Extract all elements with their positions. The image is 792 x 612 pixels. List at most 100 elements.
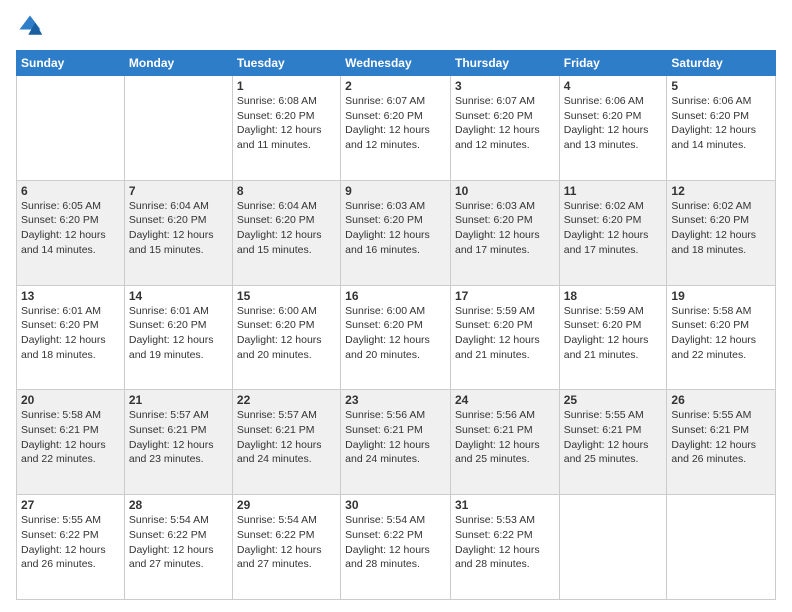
day-info: Sunrise: 5:59 AM Sunset: 6:20 PM Dayligh… bbox=[564, 304, 663, 363]
day-info: Sunrise: 6:07 AM Sunset: 6:20 PM Dayligh… bbox=[345, 94, 446, 153]
header bbox=[16, 12, 776, 40]
day-info: Sunrise: 6:05 AM Sunset: 6:20 PM Dayligh… bbox=[21, 199, 120, 258]
day-number: 17 bbox=[455, 289, 555, 303]
day-number: 9 bbox=[345, 184, 446, 198]
calendar-day-cell: 30Sunrise: 5:54 AM Sunset: 6:22 PM Dayli… bbox=[341, 495, 451, 600]
day-info: Sunrise: 5:54 AM Sunset: 6:22 PM Dayligh… bbox=[345, 513, 446, 572]
logo bbox=[16, 12, 48, 40]
day-of-week-header: Friday bbox=[559, 51, 667, 76]
calendar-day-cell: 28Sunrise: 5:54 AM Sunset: 6:22 PM Dayli… bbox=[124, 495, 232, 600]
calendar-day-cell bbox=[17, 76, 125, 181]
day-of-week-header: Tuesday bbox=[232, 51, 340, 76]
day-number: 6 bbox=[21, 184, 120, 198]
day-number: 16 bbox=[345, 289, 446, 303]
day-number: 3 bbox=[455, 79, 555, 93]
day-info: Sunrise: 5:56 AM Sunset: 6:21 PM Dayligh… bbox=[345, 408, 446, 467]
calendar-day-cell: 19Sunrise: 5:58 AM Sunset: 6:20 PM Dayli… bbox=[667, 285, 776, 390]
calendar-day-cell: 17Sunrise: 5:59 AM Sunset: 6:20 PM Dayli… bbox=[450, 285, 559, 390]
day-number: 31 bbox=[455, 498, 555, 512]
day-number: 12 bbox=[671, 184, 771, 198]
calendar-day-cell: 29Sunrise: 5:54 AM Sunset: 6:22 PM Dayli… bbox=[232, 495, 340, 600]
calendar-day-cell: 16Sunrise: 6:00 AM Sunset: 6:20 PM Dayli… bbox=[341, 285, 451, 390]
day-number: 13 bbox=[21, 289, 120, 303]
day-number: 26 bbox=[671, 393, 771, 407]
day-number: 23 bbox=[345, 393, 446, 407]
calendar-day-cell: 23Sunrise: 5:56 AM Sunset: 6:21 PM Dayli… bbox=[341, 390, 451, 495]
day-info: Sunrise: 6:06 AM Sunset: 6:20 PM Dayligh… bbox=[671, 94, 771, 153]
day-info: Sunrise: 6:04 AM Sunset: 6:20 PM Dayligh… bbox=[237, 199, 336, 258]
day-info: Sunrise: 5:58 AM Sunset: 6:20 PM Dayligh… bbox=[671, 304, 771, 363]
calendar-day-cell: 20Sunrise: 5:58 AM Sunset: 6:21 PM Dayli… bbox=[17, 390, 125, 495]
day-number: 5 bbox=[671, 79, 771, 93]
day-info: Sunrise: 5:57 AM Sunset: 6:21 PM Dayligh… bbox=[237, 408, 336, 467]
day-info: Sunrise: 6:01 AM Sunset: 6:20 PM Dayligh… bbox=[21, 304, 120, 363]
calendar-day-cell: 13Sunrise: 6:01 AM Sunset: 6:20 PM Dayli… bbox=[17, 285, 125, 390]
calendar-day-cell: 4Sunrise: 6:06 AM Sunset: 6:20 PM Daylig… bbox=[559, 76, 667, 181]
day-number: 27 bbox=[21, 498, 120, 512]
page: SundayMondayTuesdayWednesdayThursdayFrid… bbox=[0, 0, 792, 612]
calendar-day-cell bbox=[124, 76, 232, 181]
calendar-day-cell: 25Sunrise: 5:55 AM Sunset: 6:21 PM Dayli… bbox=[559, 390, 667, 495]
day-number: 30 bbox=[345, 498, 446, 512]
calendar-day-cell: 6Sunrise: 6:05 AM Sunset: 6:20 PM Daylig… bbox=[17, 180, 125, 285]
day-info: Sunrise: 5:55 AM Sunset: 6:21 PM Dayligh… bbox=[564, 408, 663, 467]
calendar-day-cell: 26Sunrise: 5:55 AM Sunset: 6:21 PM Dayli… bbox=[667, 390, 776, 495]
day-info: Sunrise: 5:54 AM Sunset: 6:22 PM Dayligh… bbox=[237, 513, 336, 572]
logo-icon bbox=[16, 12, 44, 40]
calendar-day-cell: 18Sunrise: 5:59 AM Sunset: 6:20 PM Dayli… bbox=[559, 285, 667, 390]
day-number: 4 bbox=[564, 79, 663, 93]
day-info: Sunrise: 6:06 AM Sunset: 6:20 PM Dayligh… bbox=[564, 94, 663, 153]
calendar-week-row: 20Sunrise: 5:58 AM Sunset: 6:21 PM Dayli… bbox=[17, 390, 776, 495]
day-info: Sunrise: 5:54 AM Sunset: 6:22 PM Dayligh… bbox=[129, 513, 228, 572]
day-info: Sunrise: 5:57 AM Sunset: 6:21 PM Dayligh… bbox=[129, 408, 228, 467]
day-info: Sunrise: 5:53 AM Sunset: 6:22 PM Dayligh… bbox=[455, 513, 555, 572]
day-number: 19 bbox=[671, 289, 771, 303]
calendar-day-cell: 21Sunrise: 5:57 AM Sunset: 6:21 PM Dayli… bbox=[124, 390, 232, 495]
day-info: Sunrise: 5:58 AM Sunset: 6:21 PM Dayligh… bbox=[21, 408, 120, 467]
day-number: 10 bbox=[455, 184, 555, 198]
day-info: Sunrise: 6:03 AM Sunset: 6:20 PM Dayligh… bbox=[345, 199, 446, 258]
calendar-day-cell bbox=[667, 495, 776, 600]
day-of-week-header: Wednesday bbox=[341, 51, 451, 76]
day-number: 11 bbox=[564, 184, 663, 198]
day-info: Sunrise: 6:07 AM Sunset: 6:20 PM Dayligh… bbox=[455, 94, 555, 153]
calendar-day-cell: 5Sunrise: 6:06 AM Sunset: 6:20 PM Daylig… bbox=[667, 76, 776, 181]
day-info: Sunrise: 5:55 AM Sunset: 6:21 PM Dayligh… bbox=[671, 408, 771, 467]
day-info: Sunrise: 6:04 AM Sunset: 6:20 PM Dayligh… bbox=[129, 199, 228, 258]
day-of-week-header: Saturday bbox=[667, 51, 776, 76]
calendar-day-cell: 1Sunrise: 6:08 AM Sunset: 6:20 PM Daylig… bbox=[232, 76, 340, 181]
day-info: Sunrise: 6:02 AM Sunset: 6:20 PM Dayligh… bbox=[564, 199, 663, 258]
day-number: 15 bbox=[237, 289, 336, 303]
calendar-day-cell: 7Sunrise: 6:04 AM Sunset: 6:20 PM Daylig… bbox=[124, 180, 232, 285]
calendar-day-cell: 3Sunrise: 6:07 AM Sunset: 6:20 PM Daylig… bbox=[450, 76, 559, 181]
day-number: 7 bbox=[129, 184, 228, 198]
day-number: 2 bbox=[345, 79, 446, 93]
day-info: Sunrise: 6:00 AM Sunset: 6:20 PM Dayligh… bbox=[237, 304, 336, 363]
day-number: 18 bbox=[564, 289, 663, 303]
calendar-day-cell: 9Sunrise: 6:03 AM Sunset: 6:20 PM Daylig… bbox=[341, 180, 451, 285]
calendar-day-cell: 8Sunrise: 6:04 AM Sunset: 6:20 PM Daylig… bbox=[232, 180, 340, 285]
day-info: Sunrise: 6:08 AM Sunset: 6:20 PM Dayligh… bbox=[237, 94, 336, 153]
day-number: 14 bbox=[129, 289, 228, 303]
day-number: 25 bbox=[564, 393, 663, 407]
day-number: 21 bbox=[129, 393, 228, 407]
day-number: 28 bbox=[129, 498, 228, 512]
calendar-day-cell: 22Sunrise: 5:57 AM Sunset: 6:21 PM Dayli… bbox=[232, 390, 340, 495]
calendar-day-cell: 27Sunrise: 5:55 AM Sunset: 6:22 PM Dayli… bbox=[17, 495, 125, 600]
calendar-week-row: 6Sunrise: 6:05 AM Sunset: 6:20 PM Daylig… bbox=[17, 180, 776, 285]
calendar-day-cell: 10Sunrise: 6:03 AM Sunset: 6:20 PM Dayli… bbox=[450, 180, 559, 285]
calendar-day-cell: 14Sunrise: 6:01 AM Sunset: 6:20 PM Dayli… bbox=[124, 285, 232, 390]
day-info: Sunrise: 5:59 AM Sunset: 6:20 PM Dayligh… bbox=[455, 304, 555, 363]
day-number: 22 bbox=[237, 393, 336, 407]
calendar-day-cell: 12Sunrise: 6:02 AM Sunset: 6:20 PM Dayli… bbox=[667, 180, 776, 285]
day-of-week-header: Monday bbox=[124, 51, 232, 76]
day-info: Sunrise: 6:01 AM Sunset: 6:20 PM Dayligh… bbox=[129, 304, 228, 363]
day-of-week-header: Thursday bbox=[450, 51, 559, 76]
calendar-day-cell: 15Sunrise: 6:00 AM Sunset: 6:20 PM Dayli… bbox=[232, 285, 340, 390]
day-number: 24 bbox=[455, 393, 555, 407]
calendar-day-cell bbox=[559, 495, 667, 600]
calendar: SundayMondayTuesdayWednesdayThursdayFrid… bbox=[16, 50, 776, 600]
calendar-week-row: 27Sunrise: 5:55 AM Sunset: 6:22 PM Dayli… bbox=[17, 495, 776, 600]
day-info: Sunrise: 6:02 AM Sunset: 6:20 PM Dayligh… bbox=[671, 199, 771, 258]
day-info: Sunrise: 5:56 AM Sunset: 6:21 PM Dayligh… bbox=[455, 408, 555, 467]
